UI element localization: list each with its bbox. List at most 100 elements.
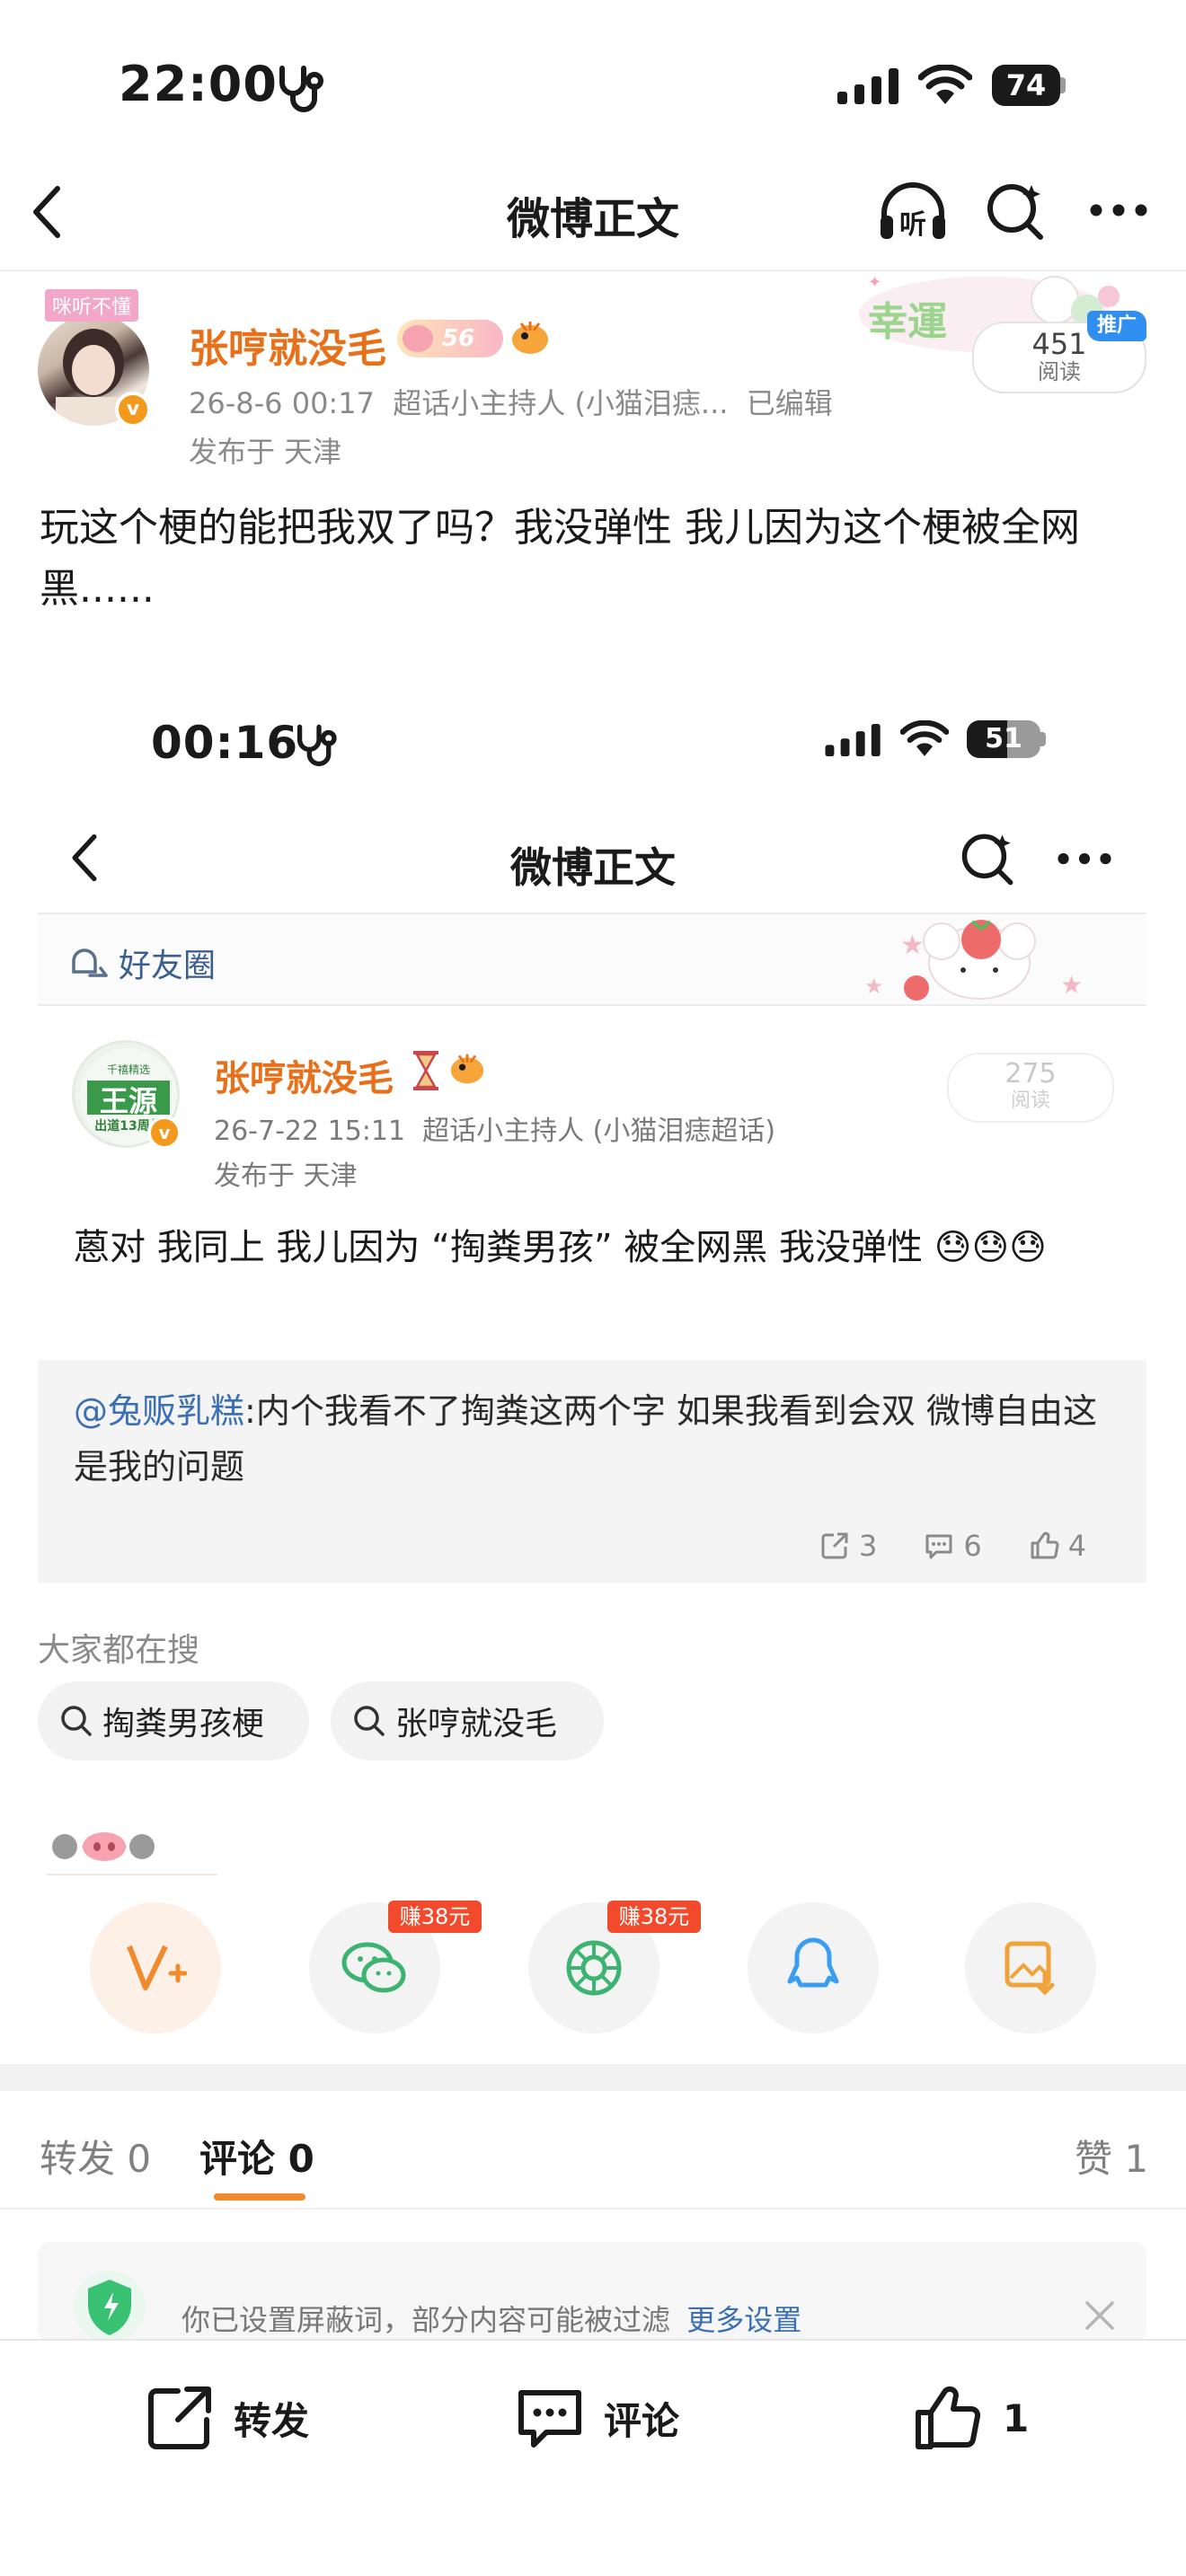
tab-like[interactable]: 赞 1	[1075, 2129, 1148, 2183]
friend-circle-label: 好友圈	[119, 948, 217, 984]
search-icon	[352, 1704, 386, 1738]
bottom-comment-button[interactable]: 评论	[514, 2382, 679, 2454]
filter-notice-text: 你已设置屏蔽词，部分内容可能被过滤 更多设置	[181, 2298, 801, 2339]
search-chip-2[interactable]: 张哼就没毛	[331, 1681, 604, 1760]
friend-circle-row[interactable]: 好友圈 ★ ★ ★	[38, 914, 1146, 1004]
post-location: 发布于 天津	[189, 435, 342, 469]
filter-text: 你已设置屏蔽词，部分内容可能被过滤	[181, 2303, 671, 2337]
bottom-repost-icon	[144, 2382, 216, 2454]
more-settings-link[interactable]: 更多设置	[686, 2303, 801, 2337]
bottom-comment-label: 评论	[604, 2398, 680, 2443]
earn-tag-moments: 赚38元	[607, 1901, 701, 1933]
verified-badge-icon: v	[115, 392, 151, 428]
inner-post-meta-line: 26-7-22 15:11 超话小主持人 (小猫泪痣超话)	[214, 1116, 776, 1147]
inner-post-body: 蒽对 我同上 我儿因为 “掏粪男孩” 被全网黑 我没弹性	[74, 1227, 924, 1268]
bottom-like-button[interactable]: 1	[911, 2382, 1029, 2454]
moments-icon	[564, 1938, 624, 1998]
strawberry-sticker: ★ ★ ★	[846, 916, 1116, 1006]
inner-page-title: 微博正文	[510, 843, 676, 892]
inner-read-count-pill: 275 阅读	[947, 1053, 1114, 1123]
sweat-emoji-1: 😓	[934, 1227, 972, 1268]
comment-icon[interactable]	[924, 1531, 954, 1561]
post-text: 玩这个梗的能把我双了吗？我没弹性 我儿因为这个梗被全网黑......	[40, 505, 1080, 612]
search-chip-1-label: 掏粪男孩梗	[102, 1706, 265, 1742]
level-badge: 56	[397, 320, 503, 357]
bottom-like-count: 1	[1003, 2395, 1030, 2440]
repost-icon[interactable]	[819, 1531, 850, 1561]
stethoscope-icon	[275, 63, 332, 113]
battery-level: 74	[992, 65, 1060, 106]
share-weibo-button[interactable]	[90, 1902, 221, 2033]
avatar-container[interactable]: 咪听不懂 v	[36, 289, 156, 428]
friend-circle-icon	[70, 941, 110, 979]
friend-circle-divider	[38, 1004, 1146, 1006]
search-spark-icon[interactable]	[985, 180, 1048, 243]
quoted-mention[interactable]: @兔贩乳糕	[74, 1391, 244, 1431]
status-time: 22:00	[119, 56, 278, 112]
tab-underline	[214, 2193, 305, 2201]
qq-icon	[786, 1936, 840, 1999]
inner-fish-badge-icon	[447, 1051, 487, 1087]
earn-tag-wechat: 赚38元	[388, 1901, 482, 1933]
save-image-icon	[1004, 1940, 1058, 1996]
inner-avatar-container[interactable]: 千禧精选 王源 出道13周年 v	[72, 1040, 185, 1153]
inner-back-icon[interactable]	[68, 834, 101, 882]
bottom-action-bar: 转发 评论 1	[0, 2339, 1186, 2576]
hourglass-icon	[410, 1051, 442, 1090]
close-icon[interactable]	[1084, 2299, 1116, 2332]
svg-text:★: ★	[900, 930, 925, 961]
svg-text:千禧精选: 千禧精选	[107, 1063, 150, 1076]
inner-battery-level: 51	[967, 720, 1040, 758]
bottom-repost-label: 转发	[234, 2398, 310, 2443]
inner-post-text: 蒽对 我同上 我儿因为 “掏粪男孩” 被全网黑 我没弹性 😓😓😓	[74, 1220, 1125, 1275]
tabs-divider	[0, 2208, 1186, 2210]
inner-cellular-signal-icon	[825, 724, 882, 756]
back-icon[interactable]	[29, 185, 65, 239]
like-icon[interactable]	[1029, 1531, 1059, 1561]
battery-indicator: 74	[992, 65, 1066, 106]
listen-icon[interactable]: 听	[877, 180, 949, 244]
level-number: 56	[442, 325, 475, 352]
post-meta-line: 26-8-6 00:17 超话小主持人 (小猫泪痣... 已编辑	[189, 386, 833, 420]
sweat-emoji-2: 😓	[971, 1227, 1010, 1268]
save-image-button[interactable]	[965, 1902, 1096, 2033]
fish-badge-icon	[509, 318, 552, 357]
sticker-text: 幸運	[868, 299, 947, 345]
quoted-post[interactable]: @兔贩乳糕:内个我看不了掏粪这两个字 如果我看到会双 微博自由这是我的问题 3 …	[38, 1360, 1146, 1583]
cellular-signal-icon	[837, 68, 900, 104]
pig-icon	[403, 325, 433, 352]
bottom-comment-icon	[514, 2382, 586, 2454]
share-qq-button[interactable]	[748, 1902, 879, 2033]
inner-search-spark-icon[interactable]	[960, 830, 1017, 887]
post-username[interactable]: 张哼就没毛	[189, 316, 386, 374]
search-chip-2-label: 张哼就没毛	[395, 1706, 558, 1742]
share-divider	[47, 1874, 217, 1875]
sweat-emoji-3: 😓	[1009, 1227, 1047, 1268]
quoted-text: @兔贩乳糕:内个我看不了掏粪这两个字 如果我看到会双 微博自由这是我的问题	[74, 1383, 1116, 1495]
page-title: 微博正文	[506, 194, 679, 244]
search-chip-1[interactable]: 掏粪男孩梗	[38, 1681, 309, 1760]
bottom-repost-button[interactable]: 转发	[144, 2382, 309, 2454]
svg-text:★: ★	[1060, 970, 1083, 1000]
promo-tag[interactable]: 推广	[1087, 311, 1146, 341]
inner-post-username[interactable]: 张哼就没毛	[214, 1049, 394, 1101]
more-icon[interactable]	[1089, 203, 1148, 217]
quoted-repost-count: 3	[859, 1529, 878, 1563]
inner-battery-indicator: 51	[967, 720, 1046, 758]
section-gap	[0, 2064, 1186, 2091]
inner-more-icon[interactable]	[1057, 851, 1112, 866]
quoted-comment-count: 6	[963, 1529, 982, 1563]
search-icon	[59, 1704, 93, 1738]
inner-read-count: 275	[1005, 1058, 1057, 1090]
tab-repost[interactable]: 转发 0	[40, 2129, 151, 2183]
inner-read-label: 阅读	[1010, 1090, 1050, 1112]
quoted-stats: 3 6 4	[819, 1529, 1086, 1563]
read-label: 阅读	[1038, 359, 1081, 384]
wechat-icon	[341, 1939, 409, 1997]
inner-wifi-icon	[900, 720, 949, 758]
tab-comment[interactable]: 评论 0	[199, 2129, 314, 2183]
hot-search-heading: 大家都在搜	[38, 1632, 200, 1669]
inner-post-location: 发布于 天津	[214, 1160, 358, 1192]
shield-icon	[72, 2269, 147, 2342]
wifi-icon	[918, 65, 972, 106]
